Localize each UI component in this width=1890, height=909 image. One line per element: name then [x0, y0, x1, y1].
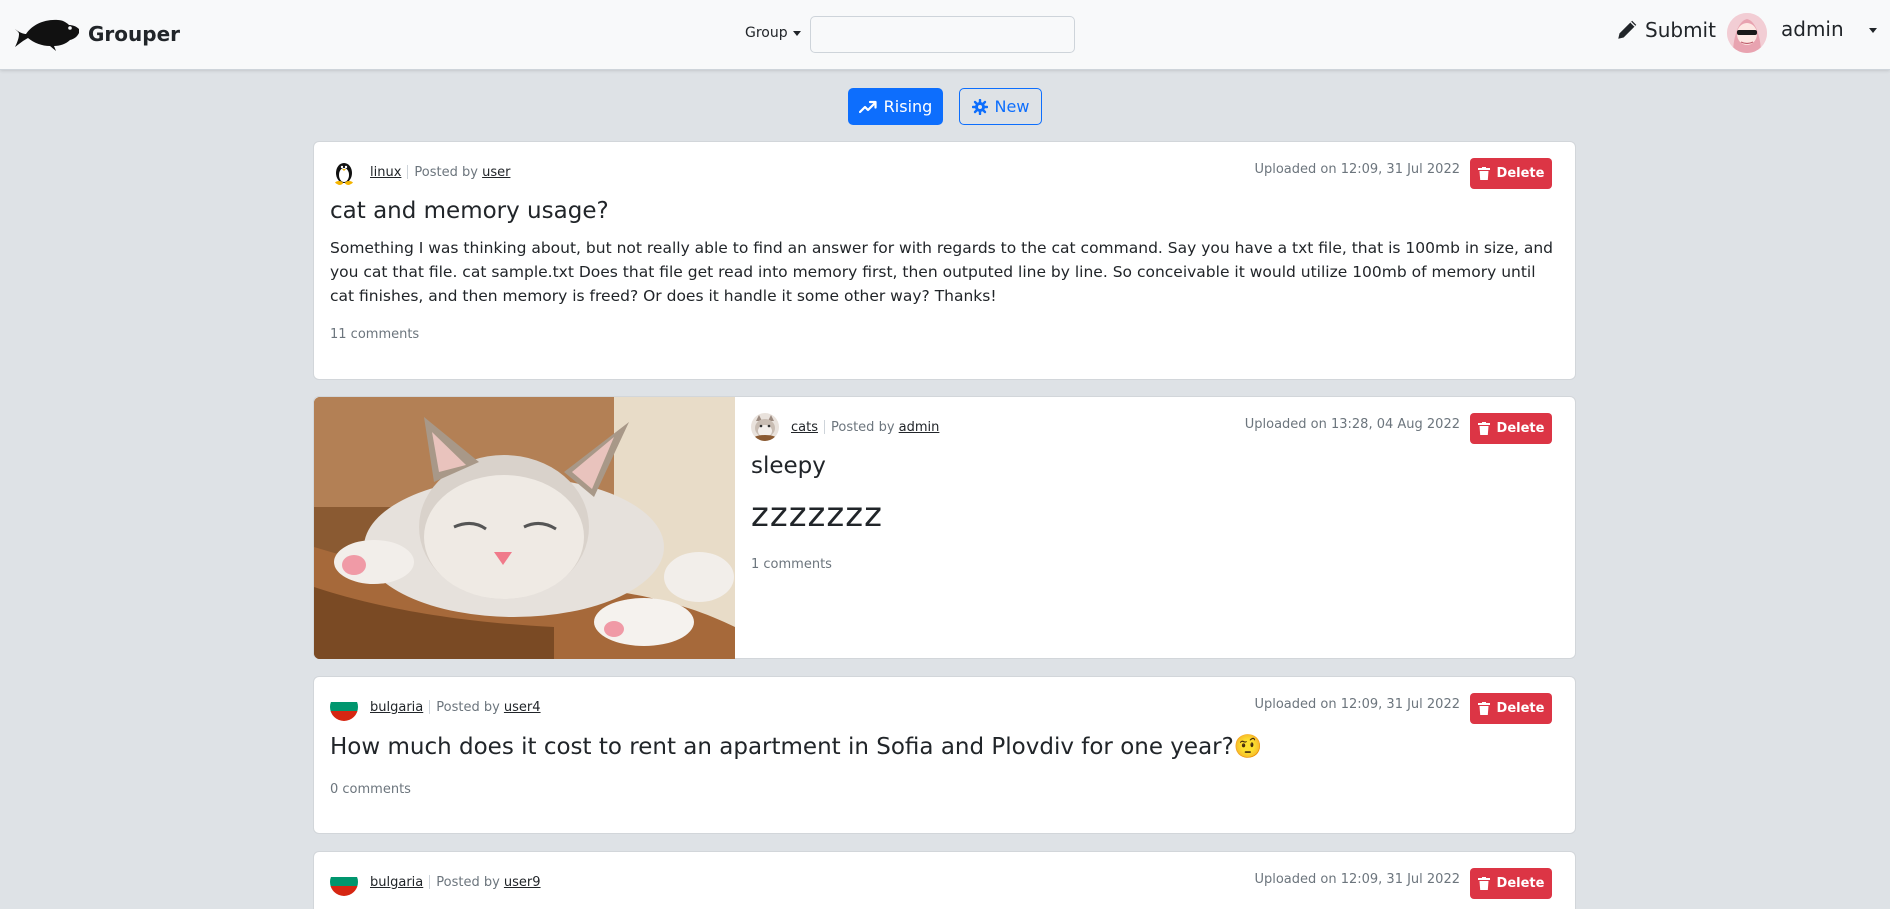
search-input[interactable]: [810, 16, 1075, 53]
delete-label: Delete: [1496, 876, 1545, 891]
comments-link[interactable]: 1 comments: [751, 557, 832, 572]
trash-icon: [1477, 702, 1490, 715]
brand-link[interactable]: Grouper: [14, 15, 180, 53]
navbar: Grouper Group Submit admin: [0, 0, 1890, 70]
upload-timestamp: Uploaded on 12:09, 31 Jul 2022: [1254, 872, 1460, 887]
delete-label: Delete: [1496, 701, 1545, 716]
avatar[interactable]: [1727, 13, 1767, 53]
group-dropdown-label: Group: [745, 25, 788, 41]
trash-icon: [1477, 167, 1490, 180]
trash-icon: [1477, 877, 1490, 890]
user-menu-caret-icon[interactable]: [1869, 28, 1877, 33]
delete-label: Delete: [1496, 166, 1545, 181]
group-dropdown[interactable]: Group: [745, 25, 801, 41]
post-title[interactable]: How much does it cost to rent an apartme…: [330, 733, 1262, 760]
upload-timestamp: Uploaded on 12:09, 31 Jul 2022: [1254, 162, 1460, 177]
sort-new-button[interactable]: New: [959, 88, 1042, 125]
upload-timestamp: Uploaded on 12:09, 31 Jul 2022: [1254, 697, 1460, 712]
post-card: bulgaria Posted by user9 Uploaded on 12:…: [313, 851, 1576, 909]
divider: [823, 420, 825, 434]
delete-button[interactable]: Delete: [1470, 868, 1552, 899]
posted-by-label: Posted by: [436, 874, 500, 890]
brand-name: Grouper: [88, 22, 181, 46]
group-link[interactable]: linux: [370, 165, 401, 180]
post-card: cats Posted by admin Uploaded on 13:28, …: [313, 396, 1576, 659]
delete-button[interactable]: Delete: [1470, 158, 1552, 189]
post-body: zzzzzzz: [751, 495, 883, 535]
post-meta: bulgaria Posted by user4: [330, 693, 541, 721]
post-title[interactable]: cat and memory usage?: [330, 198, 609, 224]
post-card: linux Posted by user Uploaded on 12:09, …: [313, 141, 1576, 380]
user-avatar-icon: [1727, 13, 1767, 53]
post-body: Something I was thinking about, but not …: [330, 239, 1553, 305]
post-image[interactable]: [314, 397, 735, 659]
linux-penguin-icon: [330, 158, 358, 186]
fish-icon: [15, 19, 79, 51]
sort-rising-button[interactable]: Rising: [848, 88, 943, 125]
post-meta: linux Posted by user: [330, 158, 510, 186]
group-link[interactable]: cats: [791, 420, 818, 435]
post-card: bulgaria Posted by user4 Uploaded on 12:…: [313, 676, 1576, 834]
delete-button[interactable]: Delete: [1470, 413, 1552, 444]
posted-by-label: Posted by: [436, 699, 500, 715]
sort-new-label: New: [994, 97, 1030, 116]
comments-link[interactable]: 0 comments: [330, 782, 411, 797]
post-meta: cats Posted by admin: [751, 413, 939, 441]
post-title[interactable]: sleepy: [751, 453, 826, 479]
divider: [407, 165, 409, 179]
group-link[interactable]: bulgaria: [370, 875, 423, 890]
upload-timestamp: Uploaded on 13:28, 04 Aug 2022: [1244, 417, 1460, 432]
bulgaria-flag-icon: [330, 693, 358, 721]
posted-by-label: Posted by: [830, 419, 895, 435]
posted-by-label: Posted by: [414, 164, 478, 180]
delete-label: Delete: [1496, 421, 1545, 436]
submit-button[interactable]: Submit: [1617, 18, 1716, 42]
chevron-down-icon: [792, 30, 801, 36]
sleeping-kitten-image: [314, 397, 735, 659]
bulgaria-flag-icon: [330, 868, 358, 896]
post-meta: bulgaria Posted by user9: [330, 868, 541, 896]
author-link[interactable]: admin: [899, 420, 940, 435]
trash-icon: [1477, 422, 1490, 435]
user-name[interactable]: admin: [1781, 17, 1844, 41]
gear-icon: [971, 98, 988, 115]
delete-button[interactable]: Delete: [1470, 693, 1552, 724]
trending-up-icon: [858, 100, 877, 113]
cat-group-icon: [751, 413, 779, 441]
divider: [429, 700, 431, 714]
author-link[interactable]: user9: [504, 875, 541, 890]
author-link[interactable]: user4: [504, 700, 541, 715]
author-link[interactable]: user: [482, 165, 510, 180]
pencil-icon: [1618, 20, 1637, 39]
divider: [429, 875, 431, 889]
sort-rising-label: Rising: [883, 97, 933, 116]
comments-link[interactable]: 11 comments: [330, 327, 419, 342]
submit-label: Submit: [1645, 18, 1716, 42]
group-link[interactable]: bulgaria: [370, 700, 423, 715]
